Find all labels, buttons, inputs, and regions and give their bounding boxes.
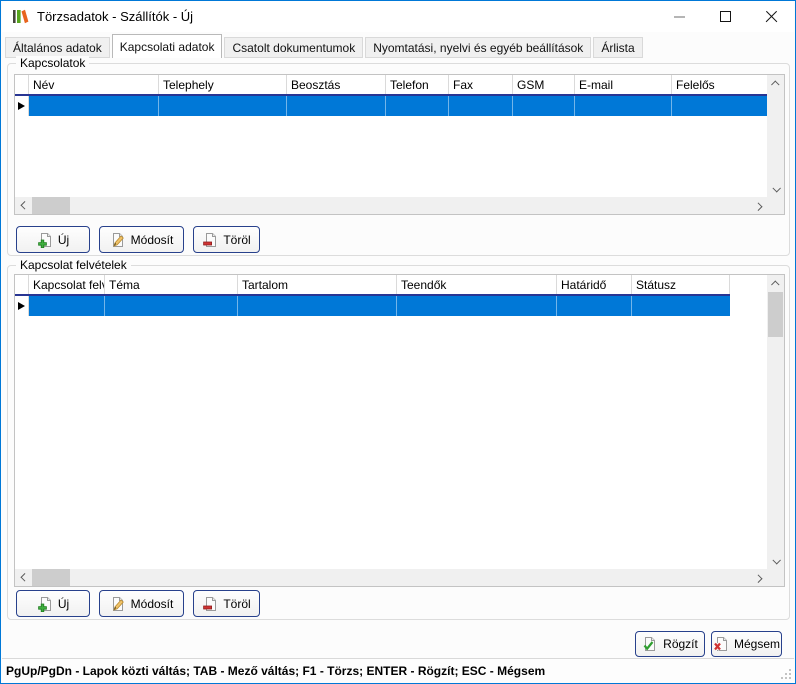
scrollbar-corner bbox=[767, 569, 784, 586]
contact-logs-grid-header: Kapcsolat felvétel Téma Tartalom Teendők… bbox=[15, 275, 767, 296]
column-header-phone[interactable]: Telefon bbox=[386, 75, 449, 94]
row-selector-cell bbox=[15, 296, 29, 316]
title-bar: Törzsadatok - Szállítók - Új bbox=[2, 1, 794, 32]
scroll-left-icon[interactable] bbox=[15, 569, 32, 586]
contact-logs-selected-row[interactable] bbox=[15, 296, 767, 316]
contact-logs-delete-button[interactable]: Töröl bbox=[193, 590, 260, 617]
contacts-grid: Név Telephely Beosztás Telefon Fax GSM E… bbox=[14, 74, 785, 215]
resize-grip[interactable] bbox=[780, 668, 792, 680]
row-selector-arrow bbox=[18, 302, 25, 310]
page-minus-icon bbox=[202, 232, 218, 248]
contacts-selected-row[interactable] bbox=[15, 96, 767, 116]
minimize-icon bbox=[674, 16, 685, 18]
column-header-email[interactable]: E-mail bbox=[575, 75, 672, 94]
contact-logs-new-button[interactable]: Új bbox=[16, 590, 90, 617]
contacts-groupbox: Kapcsolatok Név Telephely Beosztás Telef… bbox=[7, 63, 790, 256]
close-icon bbox=[765, 10, 778, 23]
column-header-position[interactable]: Beosztás bbox=[287, 75, 386, 94]
tab-general-data[interactable]: Általános adatok bbox=[5, 37, 110, 58]
page-plus-icon bbox=[37, 596, 53, 612]
contact-logs-button-row: Új Módosít Töröl bbox=[16, 590, 260, 617]
maximize-button[interactable] bbox=[702, 1, 748, 32]
row-selector-cell bbox=[15, 96, 29, 116]
supplier-master-data-window: Törzsadatok - Szállítók - Új Általános a… bbox=[0, 0, 796, 684]
scroll-right-icon[interactable] bbox=[750, 197, 767, 214]
contact-logs-horizontal-scrollbar[interactable] bbox=[15, 569, 767, 586]
column-header-gsm[interactable]: GSM bbox=[513, 75, 575, 94]
contacts-new-button[interactable]: Új bbox=[16, 226, 90, 253]
tab-contact-data[interactable]: Kapcsolati adatok bbox=[112, 34, 223, 58]
page-plus-icon bbox=[37, 232, 53, 248]
scroll-up-icon[interactable] bbox=[767, 275, 784, 292]
contact-logs-groupbox: Kapcsolat felvételek Kapcsolat felvétel … bbox=[7, 265, 790, 620]
column-header-site[interactable]: Telephely bbox=[159, 75, 287, 94]
contacts-group-title: Kapcsolatok bbox=[16, 56, 89, 70]
tab-print-language-settings[interactable]: Nyomtatási, nyelvi és egyéb beállítások bbox=[365, 37, 591, 58]
tab-attached-documents[interactable]: Csatolt dokumentumok bbox=[224, 37, 363, 58]
contacts-horizontal-scrollbar[interactable] bbox=[15, 197, 767, 214]
window-controls bbox=[656, 1, 794, 32]
status-bar: PgUp/PgDn - Lapok közti váltás; TAB - Me… bbox=[2, 658, 794, 682]
contacts-grid-header: Név Telephely Beosztás Telefon Fax GSM E… bbox=[15, 75, 767, 96]
close-button[interactable] bbox=[748, 1, 794, 32]
page-minus-icon bbox=[202, 596, 218, 612]
tab-strip: Általános adatok Kapcsolati adatok Csato… bbox=[5, 34, 645, 58]
contacts-delete-button[interactable]: Töröl bbox=[193, 226, 260, 253]
contact-logs-grid: Kapcsolat felvétel Téma Tartalom Teendők… bbox=[14, 274, 785, 587]
minimize-button[interactable] bbox=[656, 1, 702, 32]
column-header-tasks[interactable]: Teendők bbox=[397, 275, 557, 294]
tab-price-list[interactable]: Árlista bbox=[593, 37, 642, 58]
cancel-button[interactable]: Mégsem bbox=[711, 631, 782, 657]
contact-logs-edit-button[interactable]: Módosít bbox=[99, 590, 184, 617]
row-selector-header bbox=[15, 275, 29, 294]
page-pencil-icon bbox=[110, 232, 126, 248]
scrollbar-corner bbox=[767, 197, 784, 214]
maximize-icon bbox=[720, 11, 731, 22]
books-icon bbox=[12, 8, 29, 25]
scroll-right-icon[interactable] bbox=[750, 569, 767, 586]
contact-logs-grid-empty-area bbox=[15, 316, 767, 569]
contacts-vertical-scrollbar[interactable] bbox=[767, 75, 784, 197]
page-check-icon bbox=[642, 636, 658, 652]
horizontal-scroll-thumb[interactable] bbox=[32, 197, 70, 214]
contact-logs-vertical-scrollbar[interactable] bbox=[767, 275, 784, 569]
row-selector-header bbox=[15, 75, 29, 94]
page-pencil-icon bbox=[110, 596, 126, 612]
window-title: Törzsadatok - Szállítók - Új bbox=[37, 9, 193, 24]
column-header-contact-date[interactable]: Kapcsolat felvétel bbox=[29, 275, 105, 294]
scroll-left-icon[interactable] bbox=[15, 197, 32, 214]
contact-logs-group-title: Kapcsolat felvételek bbox=[16, 258, 131, 272]
column-header-name[interactable]: Név bbox=[29, 75, 159, 94]
vertical-scroll-thumb[interactable] bbox=[768, 292, 783, 337]
column-header-content[interactable]: Tartalom bbox=[238, 275, 397, 294]
row-selector-arrow bbox=[18, 102, 25, 110]
horizontal-scroll-thumb[interactable] bbox=[32, 569, 70, 586]
scroll-up-icon[interactable] bbox=[767, 75, 784, 92]
column-header-status[interactable]: Státusz bbox=[632, 275, 730, 294]
save-button[interactable]: Rögzít bbox=[635, 631, 705, 657]
contacts-edit-button[interactable]: Módosít bbox=[99, 226, 184, 253]
footer-button-row: Rögzít Mégsem bbox=[635, 631, 782, 657]
scroll-down-icon[interactable] bbox=[767, 552, 784, 569]
keyboard-hints-text: PgUp/PgDn - Lapok közti váltás; TAB - Me… bbox=[6, 664, 545, 678]
column-header-topic[interactable]: Téma bbox=[105, 275, 238, 294]
page-x-icon bbox=[713, 636, 729, 652]
contacts-grid-empty-area bbox=[15, 116, 767, 197]
column-header-deadline[interactable]: Határidő bbox=[557, 275, 632, 294]
column-header-responsible[interactable]: Felelős bbox=[672, 75, 767, 94]
column-header-fax[interactable]: Fax bbox=[449, 75, 513, 94]
contacts-button-row: Új Módosít Töröl bbox=[16, 226, 260, 253]
scroll-down-icon[interactable] bbox=[767, 180, 784, 197]
